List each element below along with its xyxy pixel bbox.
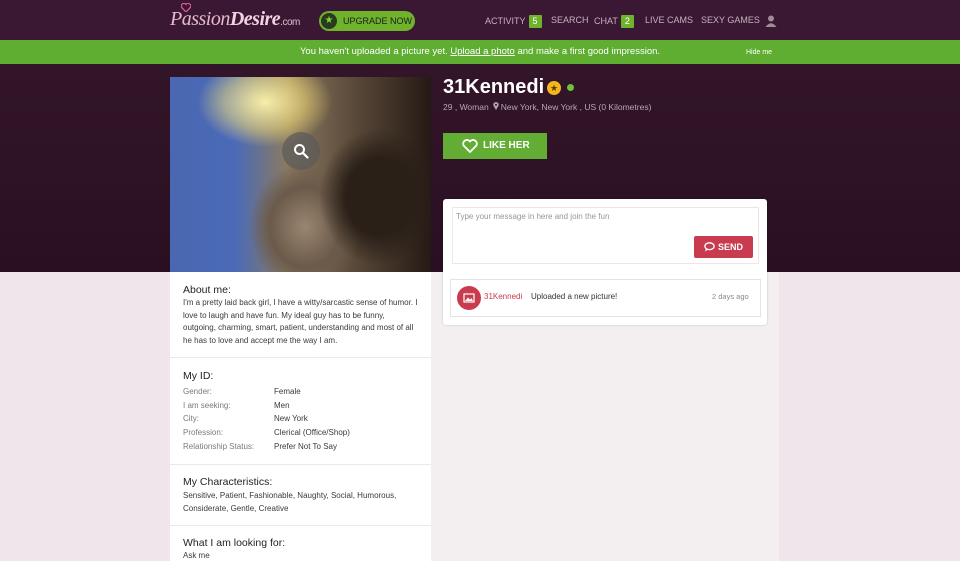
nav-live-cams[interactable]: LIVE CAMS: [645, 15, 693, 25]
upgrade-label: UPGRADE NOW: [343, 16, 413, 26]
about-title: About me:: [183, 284, 231, 296]
location-pin-icon: [493, 102, 499, 110]
activity-avatar: [457, 286, 481, 310]
picture-icon: [463, 293, 475, 303]
upload-notice: You haven't uploaded a picture yet. Uplo…: [0, 40, 960, 64]
id-label-city: City:: [183, 414, 199, 423]
like-button[interactable]: LIKE HER: [443, 133, 547, 159]
id-value-gender: Female: [274, 387, 301, 396]
about-text: I'm a pretty laid back girl, I have a wi…: [183, 298, 418, 345]
id-label-seeking: I am seeking:: [183, 401, 231, 410]
activity-user-link[interactable]: 31Kennedi: [484, 292, 522, 301]
upload-photo-link[interactable]: Upload a photo: [450, 46, 514, 57]
chat-bubble-icon: [704, 242, 715, 252]
profile-location: New York, New York , US (0 Kilometres): [500, 102, 652, 112]
nav-chat[interactable]: CHAT 2: [594, 15, 634, 28]
send-button[interactable]: SEND: [694, 236, 753, 258]
logo-desire: Desire: [229, 8, 281, 30]
looking-for-title: What I am looking for:: [183, 537, 286, 549]
logo-domain: .com: [280, 17, 300, 28]
profile-age: 29: [443, 102, 453, 112]
hide-notice-link[interactable]: Hide me: [746, 40, 772, 66]
profile-meta: 29 , Woman New York, New York , US (0 Kil…: [443, 102, 652, 112]
logo-passion: Passion: [170, 8, 230, 30]
nav-search[interactable]: SEARCH: [551, 15, 589, 25]
notice-text-after: and make a first good impression.: [514, 46, 661, 57]
activity-time: 2 days ago: [712, 292, 749, 301]
my-id-title: My ID:: [183, 370, 214, 382]
star-icon: ★: [321, 13, 337, 29]
activity-count-badge: 5: [528, 15, 542, 28]
send-label: SEND: [718, 242, 744, 252]
id-label-relationship: Relationship Status:: [183, 442, 255, 451]
upgrade-button[interactable]: ★ UPGRADE NOW: [319, 11, 415, 31]
online-status-icon: [567, 84, 574, 91]
characteristics-title: My Characteristics:: [183, 476, 273, 488]
search-icon: [294, 144, 309, 159]
chat-count-badge: 2: [620, 15, 634, 28]
id-value-relationship: Prefer Not To Say: [274, 442, 337, 451]
top-nav: PassionDesire.com ★ UPGRADE NOW ACTIVITY…: [0, 0, 960, 40]
notice-text-before: You haven't uploaded a picture yet.: [299, 46, 451, 57]
heart-outline-icon: [462, 139, 478, 153]
like-label: LIKE HER: [483, 140, 530, 151]
id-value-seeking: Men: [274, 401, 290, 410]
premium-star-icon: ★: [547, 81, 561, 95]
characteristics-text: Sensitive, Patient, Fashionable, Naughty…: [183, 491, 397, 513]
id-label-gender: Gender:: [183, 387, 212, 396]
profile-photo[interactable]: [170, 77, 431, 272]
activity-text: Uploaded a new picture!: [531, 292, 618, 301]
id-value-city: New York: [274, 414, 308, 423]
profile-username: 31Kennedi: [443, 76, 545, 98]
id-value-profession: Clerical (Office/Shop): [274, 428, 350, 437]
profile-gender: Woman: [459, 102, 489, 112]
nav-activity[interactable]: ACTIVITY 5: [485, 15, 542, 28]
id-label-profession: Profession:: [183, 428, 224, 437]
message-placeholder: Type your message in here and join the f…: [456, 212, 610, 221]
nav-sexy-games[interactable]: SEXY GAMES: [701, 15, 760, 25]
looking-for-text: Ask me: [183, 551, 210, 560]
nav-activity-label: ACTIVITY: [485, 16, 526, 26]
site-logo[interactable]: PassionDesire.com: [170, 8, 300, 31]
zoom-photo-button[interactable]: [282, 132, 320, 170]
user-icon[interactable]: [765, 15, 777, 27]
nav-chat-label: CHAT: [594, 16, 618, 26]
